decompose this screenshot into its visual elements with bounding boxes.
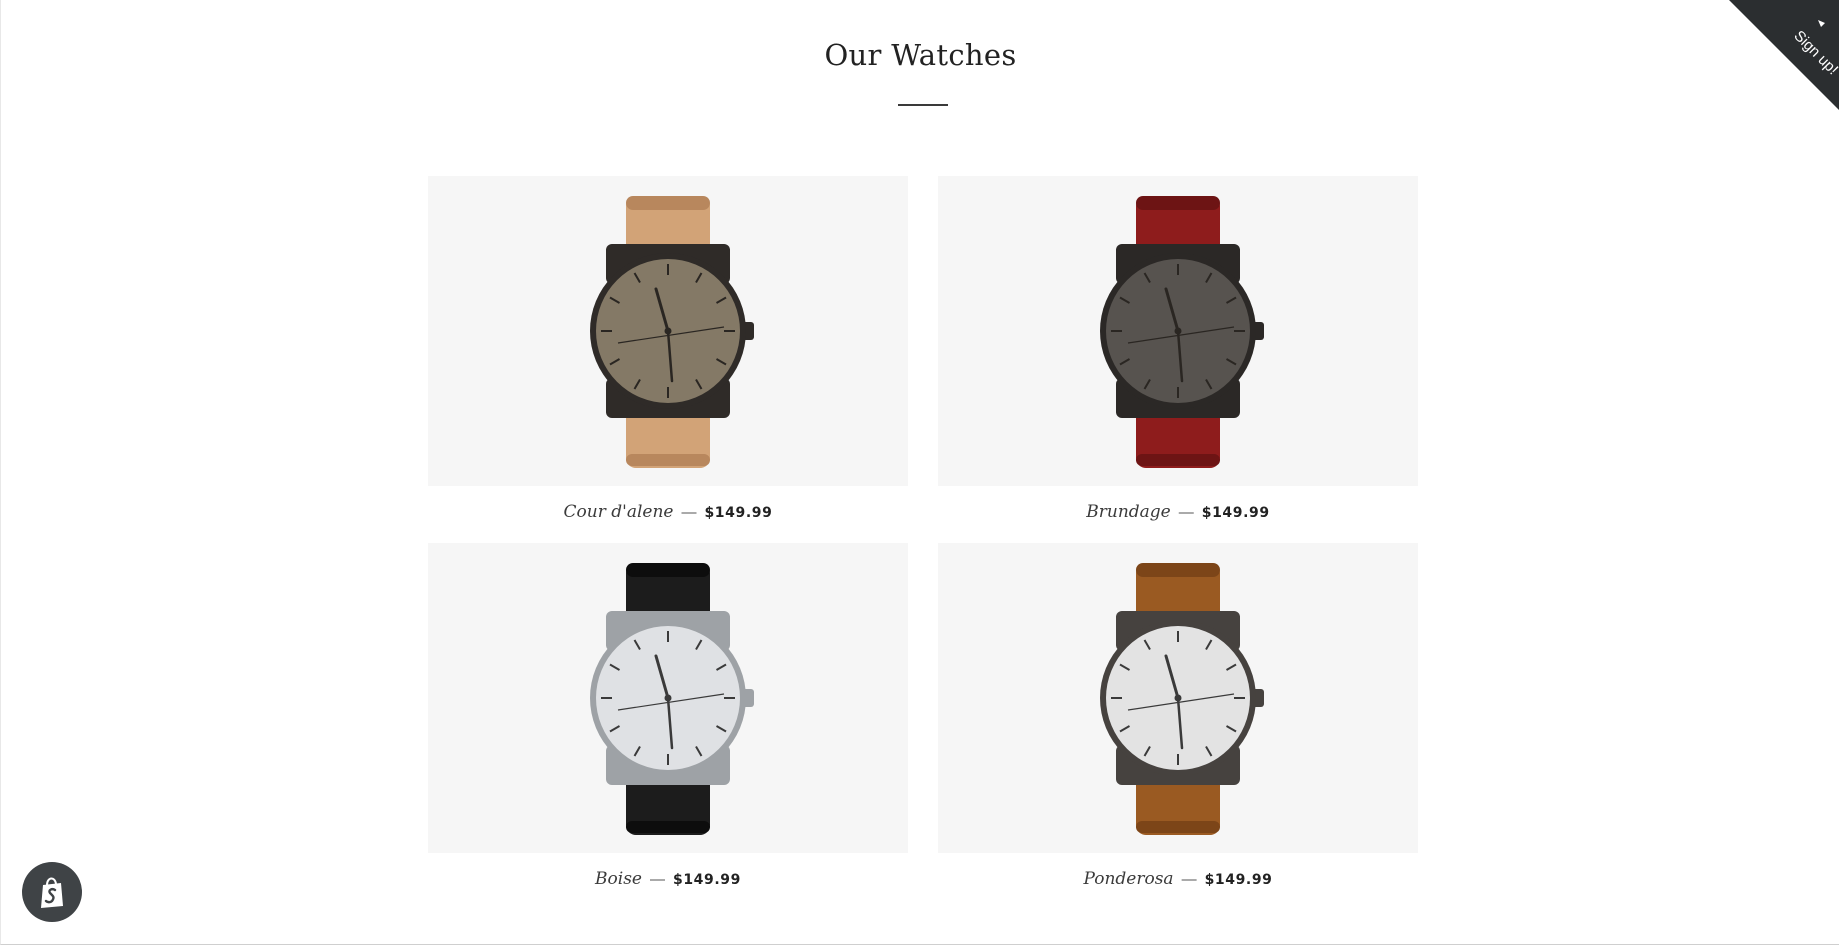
product-card: Boise — $149.99 xyxy=(428,543,908,891)
product-price: $149.99 xyxy=(704,505,773,521)
shopify-bag-icon xyxy=(41,877,63,908)
watch-center-pin xyxy=(1174,327,1182,335)
product-name-link[interactable]: Cour d'alene xyxy=(564,502,674,522)
watch-strap-bottom-edge xyxy=(1136,821,1220,833)
product-image-link[interactable] xyxy=(938,176,1418,486)
product-price: $149.99 xyxy=(1201,505,1270,521)
watch-center-pin xyxy=(1174,694,1182,702)
shopify-badge-button[interactable] xyxy=(22,862,82,922)
collection-page: Our Watches Cour d'alene — $149.99 Brundag… xyxy=(0,0,1839,945)
price-separator: — xyxy=(1181,871,1197,888)
product-image-link[interactable] xyxy=(938,543,1418,853)
title-divider xyxy=(898,104,948,106)
watch-strap-top-keeper xyxy=(1136,563,1220,577)
product-card: Cour d'alene — $149.99 xyxy=(428,176,908,524)
product-caption: Brundage — $149.99 xyxy=(938,500,1418,524)
watch-image xyxy=(590,563,754,835)
collection-title: Our Watches xyxy=(824,38,1017,72)
watch-strap-bottom-edge xyxy=(1136,454,1220,466)
product-image-link[interactable] xyxy=(428,176,908,486)
watch-strap-top-keeper xyxy=(626,563,710,577)
product-card: Brundage — $149.99 xyxy=(938,176,1418,524)
price-separator: — xyxy=(649,871,665,888)
watch-strap-bottom-edge xyxy=(626,821,710,833)
price-separator: — xyxy=(681,504,697,521)
watch-image xyxy=(590,196,754,468)
product-name-link[interactable]: Brundage xyxy=(1086,502,1170,522)
product-caption: Ponderosa — $149.99 xyxy=(938,867,1418,891)
product-price: $149.99 xyxy=(672,872,741,888)
price-separator: — xyxy=(1178,504,1194,521)
product-name-link[interactable]: Ponderosa xyxy=(1083,869,1173,889)
watch-center-pin xyxy=(664,327,672,335)
watch-center-pin xyxy=(664,694,672,702)
watch-image xyxy=(1100,196,1264,468)
product-card: Ponderosa — $149.99 xyxy=(938,543,1418,891)
product-name-link[interactable]: Boise xyxy=(595,869,642,889)
signup-corner-button[interactable]: Sign up! xyxy=(1729,0,1839,110)
product-caption: Boise — $149.99 xyxy=(428,867,908,891)
watch-strap-top-keeper xyxy=(1136,196,1220,210)
product-image-link[interactable] xyxy=(428,543,908,853)
watch-strap-bottom-edge xyxy=(626,454,710,466)
watch-strap-top-keeper xyxy=(626,196,710,210)
product-caption: Cour d'alene — $149.99 xyxy=(428,500,908,524)
watch-image xyxy=(1100,563,1264,835)
product-price: $149.99 xyxy=(1204,872,1273,888)
